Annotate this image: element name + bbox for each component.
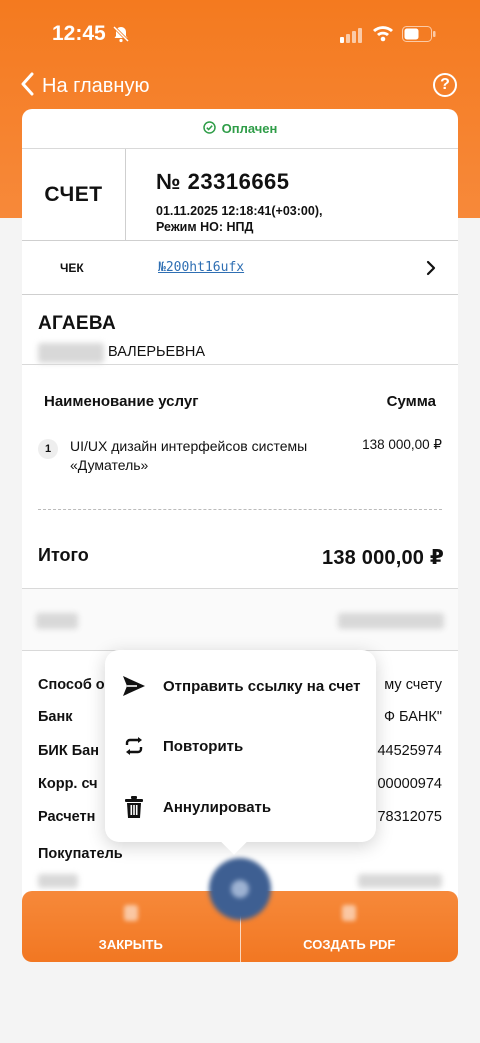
invoice-header: СЧЕТ № 23316665 01.11.2025 12:18:41(+03:…: [22, 149, 458, 241]
services-header-sum: Сумма: [386, 393, 436, 410]
cellular-icon: [340, 28, 362, 49]
menu-item-label: Отправить ссылку на счет: [163, 677, 361, 695]
receipt-label: ЧЕК: [60, 261, 84, 275]
back-button[interactable]: На главную: [20, 72, 149, 101]
close-button[interactable]: ЗАКРЫТЬ: [22, 891, 240, 962]
invoice-type: СЧЕТ: [22, 149, 126, 240]
dashed-divider: [38, 509, 442, 510]
create-pdf-button[interactable]: СОЗДАТЬ PDF: [239, 891, 459, 962]
services-table: Наименование услуг Сумма 1 UI/UX дизайн …: [22, 365, 458, 525]
context-menu: Отправить ссылку на счет Повторить Аннул…: [105, 650, 376, 842]
tax-mode: Режим НО: НПД: [156, 220, 254, 234]
close-icon: [231, 880, 249, 898]
bik-value: 44525974: [377, 743, 442, 759]
help-icon[interactable]: ?: [433, 73, 457, 97]
bank-label: Банк: [38, 709, 73, 725]
repeat-icon: [105, 736, 163, 756]
account-label: Расчетн: [38, 809, 96, 825]
client-patronymic: ВАЛЕРЬЕВНА: [108, 344, 206, 360]
send-icon: [105, 675, 163, 697]
menu-item-send-link[interactable]: Отправить ссылку на счет: [105, 661, 376, 711]
check-circle-icon: [202, 120, 222, 137]
receipt-link[interactable]: №200ht16ufx: [158, 260, 244, 275]
services-header-name: Наименование услуг: [44, 393, 199, 410]
back-label: На главную: [42, 75, 150, 97]
pdf-icon: [342, 905, 357, 921]
redacted-buyer-label: [38, 874, 78, 888]
buyer-label: Покупатель: [38, 846, 123, 862]
status-bar: 12:45: [0, 0, 480, 70]
battery-icon: [402, 26, 436, 47]
corr-account-value: 00000974: [377, 776, 442, 792]
total-row: Итого 138 000,00 ₽: [22, 525, 458, 589]
bell-off-icon: [112, 25, 130, 48]
payment-method-label: Способ о: [38, 677, 105, 693]
menu-item-label: Аннулировать: [163, 798, 272, 816]
client-surname: АГАЕВА: [38, 313, 116, 334]
menu-item-label: Повторить: [163, 737, 244, 755]
redacted-first-name: [38, 343, 104, 363]
menu-item-repeat[interactable]: Повторить: [105, 721, 376, 771]
payment-method-value: му счету: [384, 677, 442, 693]
nav-bar: На главную ?: [0, 68, 480, 104]
redacted-row: [22, 589, 458, 651]
status-text: Оплачен: [221, 121, 278, 136]
close-icon: [123, 905, 138, 921]
chevron-right-icon[interactable]: [426, 260, 436, 281]
invoice-number: № 23316665: [156, 169, 290, 194]
total-value: 138 000,00 ₽: [322, 547, 444, 569]
total-label: Итого: [38, 545, 89, 565]
bik-label: БИК Бан: [38, 743, 99, 759]
redacted-value: [338, 613, 444, 629]
receipt-row[interactable]: ЧЕК №200ht16ufx: [22, 241, 458, 295]
close-label: ЗАКРЫТЬ: [98, 937, 163, 952]
corr-account-label: Корр. сч: [38, 776, 98, 792]
bank-value: Ф БАНК": [384, 709, 442, 725]
redacted-buyer-value: [358, 874, 442, 888]
status-time: 12:45: [52, 22, 106, 45]
account-value: 78312075: [377, 809, 442, 825]
status-badge: Оплачен: [22, 109, 458, 149]
trash-icon: [105, 796, 163, 818]
invoice-datetime: 01.11.2025 12:18:41(+03:00),: [156, 204, 323, 218]
redacted-label: [36, 613, 78, 629]
service-number: 1: [38, 439, 58, 459]
page-bottom: [0, 962, 480, 1043]
menu-item-cancel-invoice[interactable]: Аннулировать: [105, 782, 376, 832]
chevron-left-icon: [20, 72, 34, 101]
service-price: 138 000,00 ₽: [362, 437, 442, 452]
client-name: АГАЕВА ВАЛЕРЬЕВНА: [22, 295, 458, 365]
create-pdf-label: СОЗДАТЬ PDF: [303, 937, 396, 952]
wifi-icon: [372, 24, 394, 47]
service-name: UI/UX дизайн интерфейсов системы «Думате…: [70, 438, 308, 473]
actions-fab-button[interactable]: [209, 858, 271, 920]
